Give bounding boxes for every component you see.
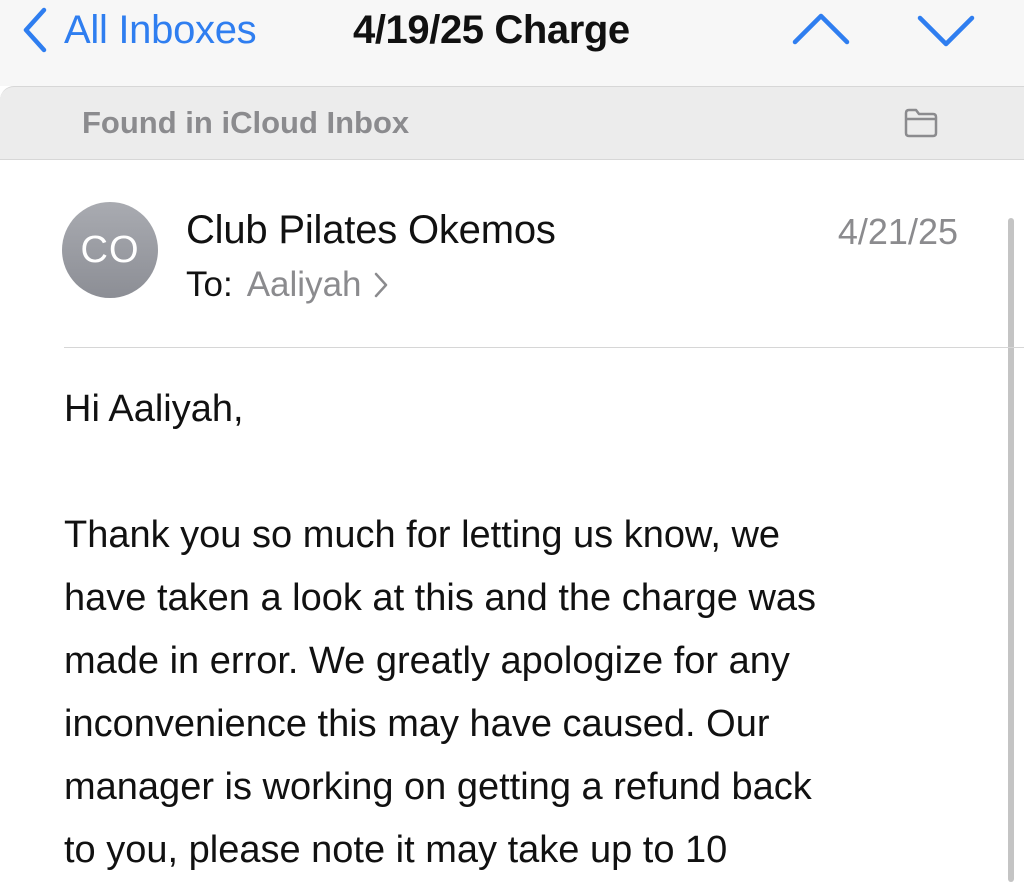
- body-line: have taken a look at this and the charge…: [64, 577, 817, 619]
- chevron-right-icon: [374, 272, 388, 298]
- sender-name[interactable]: Club Pilates Okemos: [186, 204, 556, 256]
- message-body: Thank you so much for letting us know, w…: [64, 504, 964, 882]
- back-to-all-inboxes-button[interactable]: All Inboxes: [22, 4, 257, 56]
- body-line: Thank you so much for letting us know, w…: [64, 514, 781, 556]
- sender-avatar[interactable]: CO: [62, 202, 158, 298]
- back-label: All Inboxes: [64, 7, 257, 52]
- body-line: to you, please note it may take up to 10: [64, 829, 728, 871]
- chevron-down-icon: [916, 8, 976, 52]
- body-line: manager is working on getting a refund b…: [64, 766, 812, 808]
- message-greeting: Hi Aaliyah,: [64, 388, 244, 430]
- email-message-screen: All Inboxes 4/19/25 Charge Found in iClo…: [0, 0, 1024, 882]
- chevron-up-icon: [791, 8, 851, 52]
- message-date: 4/21/25: [837, 211, 958, 252]
- scroll-indicator[interactable]: [1008, 218, 1014, 882]
- header-divider: [64, 347, 1024, 348]
- message-subject-title: 4/19/25 Charge: [353, 8, 630, 52]
- recipient-name[interactable]: Aaliyah: [247, 262, 362, 308]
- navigation-bar: All Inboxes 4/19/25 Charge: [0, 0, 1024, 86]
- recipient-row[interactable]: To: Aaliyah: [186, 262, 388, 308]
- next-message-button[interactable]: [916, 8, 976, 52]
- to-label: To:: [186, 265, 233, 304]
- chevron-left-icon: [22, 7, 48, 53]
- folder-icon[interactable]: [903, 107, 939, 139]
- mailbox-location-banner[interactable]: Found in iCloud Inbox: [0, 86, 1024, 160]
- previous-message-button[interactable]: [791, 8, 851, 52]
- body-line: made in error. We greatly apologize for …: [64, 640, 790, 682]
- body-line: inconvenience this may have caused. Our: [64, 703, 770, 745]
- mailbox-location-text: Found in iCloud Inbox: [82, 105, 410, 140]
